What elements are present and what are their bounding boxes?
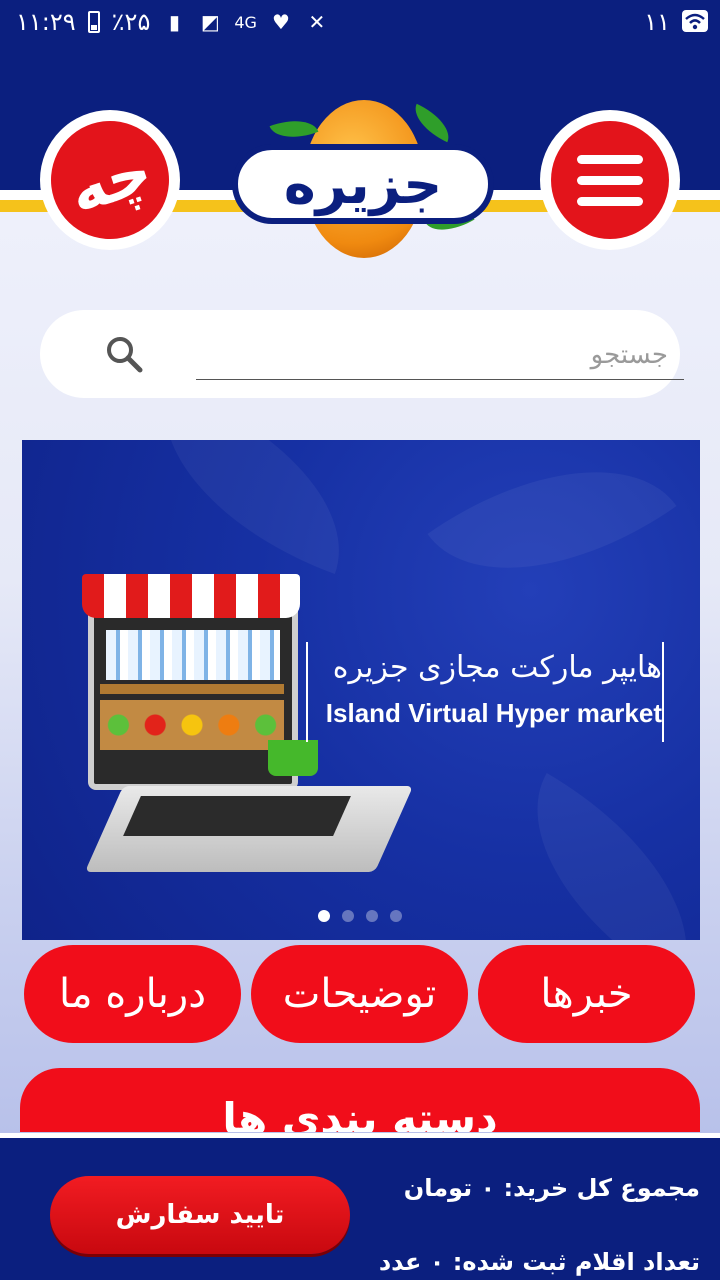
menu-bar	[577, 155, 643, 164]
about-us-button[interactable]: درباره ما	[24, 945, 241, 1043]
wifi-icon	[682, 10, 708, 34]
news-button[interactable]: خبرها	[478, 945, 695, 1043]
promo-banner[interactable]: هایپر مارکت مجازی جزیره Island Virtual H…	[22, 440, 700, 940]
bottles-shelf	[106, 630, 280, 680]
laptop-keyboard	[123, 796, 351, 836]
carousel-dot[interactable]	[366, 910, 378, 922]
cart-items-count: تعداد اقلام ثبت شده: ۰ عدد	[379, 1248, 700, 1276]
banner-leaf-decor	[427, 440, 677, 633]
menu-bar	[577, 176, 643, 185]
categories-label: دسته بندی ها	[222, 1094, 498, 1132]
carousel-dot[interactable]	[318, 910, 330, 922]
cart-total-label: مجموع کل خرید:	[503, 1174, 700, 1202]
cart-items-unit: عدد	[378, 1248, 422, 1276]
carousel-dot[interactable]	[390, 910, 402, 922]
categories-button[interactable]: دسته بندی ها	[20, 1068, 700, 1132]
battery-level: ٪۲۵	[111, 8, 151, 36]
chat-button[interactable]: چه	[35, 105, 185, 255]
cart-total-value: ۰	[480, 1174, 496, 1202]
status-right: ۱۱	[644, 8, 708, 36]
network-type: 4G	[234, 12, 257, 32]
status-left: ۱۱:۲۹ ٪۲۵ ▮ ◩ 4G ♥ ✕	[16, 8, 329, 36]
cart-items-label: تعداد اقلام ثبت شده:	[452, 1248, 700, 1276]
status-number: ۱۱	[644, 8, 670, 36]
cart-total-unit: تومان	[403, 1174, 473, 1202]
carousel-dots	[318, 910, 402, 922]
signal-box-icon: ◩	[200, 10, 220, 34]
shopping-basket-icon	[268, 740, 318, 776]
cart-items-value: ۰	[429, 1248, 445, 1276]
descriptions-button[interactable]: توضیحات	[251, 945, 468, 1043]
confirm-order-button[interactable]: تایید سفارش	[50, 1176, 350, 1254]
heart-notification-icon: ♥	[271, 10, 290, 34]
battery-icon	[87, 11, 100, 33]
app-logo: جزیره	[232, 100, 494, 260]
menu-button[interactable]	[540, 110, 680, 250]
status-bar: ۱۱:۲۹ ٪۲۵ ▮ ◩ 4G ♥ ✕ ۱۱	[0, 0, 720, 48]
banner-divider	[662, 642, 664, 742]
status-time: ۱۱:۲۹	[16, 8, 76, 36]
fruit-crates	[100, 700, 284, 750]
banner-divider	[306, 642, 308, 742]
signal-icon: ▮	[168, 10, 180, 34]
banner-leaf-decor	[486, 773, 700, 940]
banner-leaf-decor	[128, 440, 376, 575]
menu-bar	[577, 197, 643, 206]
banner-title-en: Island Virtual Hyper market	[325, 698, 662, 728]
search-icon[interactable]	[104, 334, 144, 374]
banner-title-fa: هایپر مارکت مجازی جزیره	[332, 650, 662, 685]
cart-total: مجموع کل خرید: ۰ تومان	[404, 1174, 700, 1202]
mute-icon: ✕	[308, 10, 326, 34]
search-input[interactable]	[196, 330, 684, 380]
hamburger-menu-icon	[551, 121, 669, 239]
carousel-dot[interactable]	[342, 910, 354, 922]
logo-text: جزیره	[232, 144, 494, 224]
shop-awning	[82, 574, 300, 618]
shelf	[100, 684, 284, 694]
